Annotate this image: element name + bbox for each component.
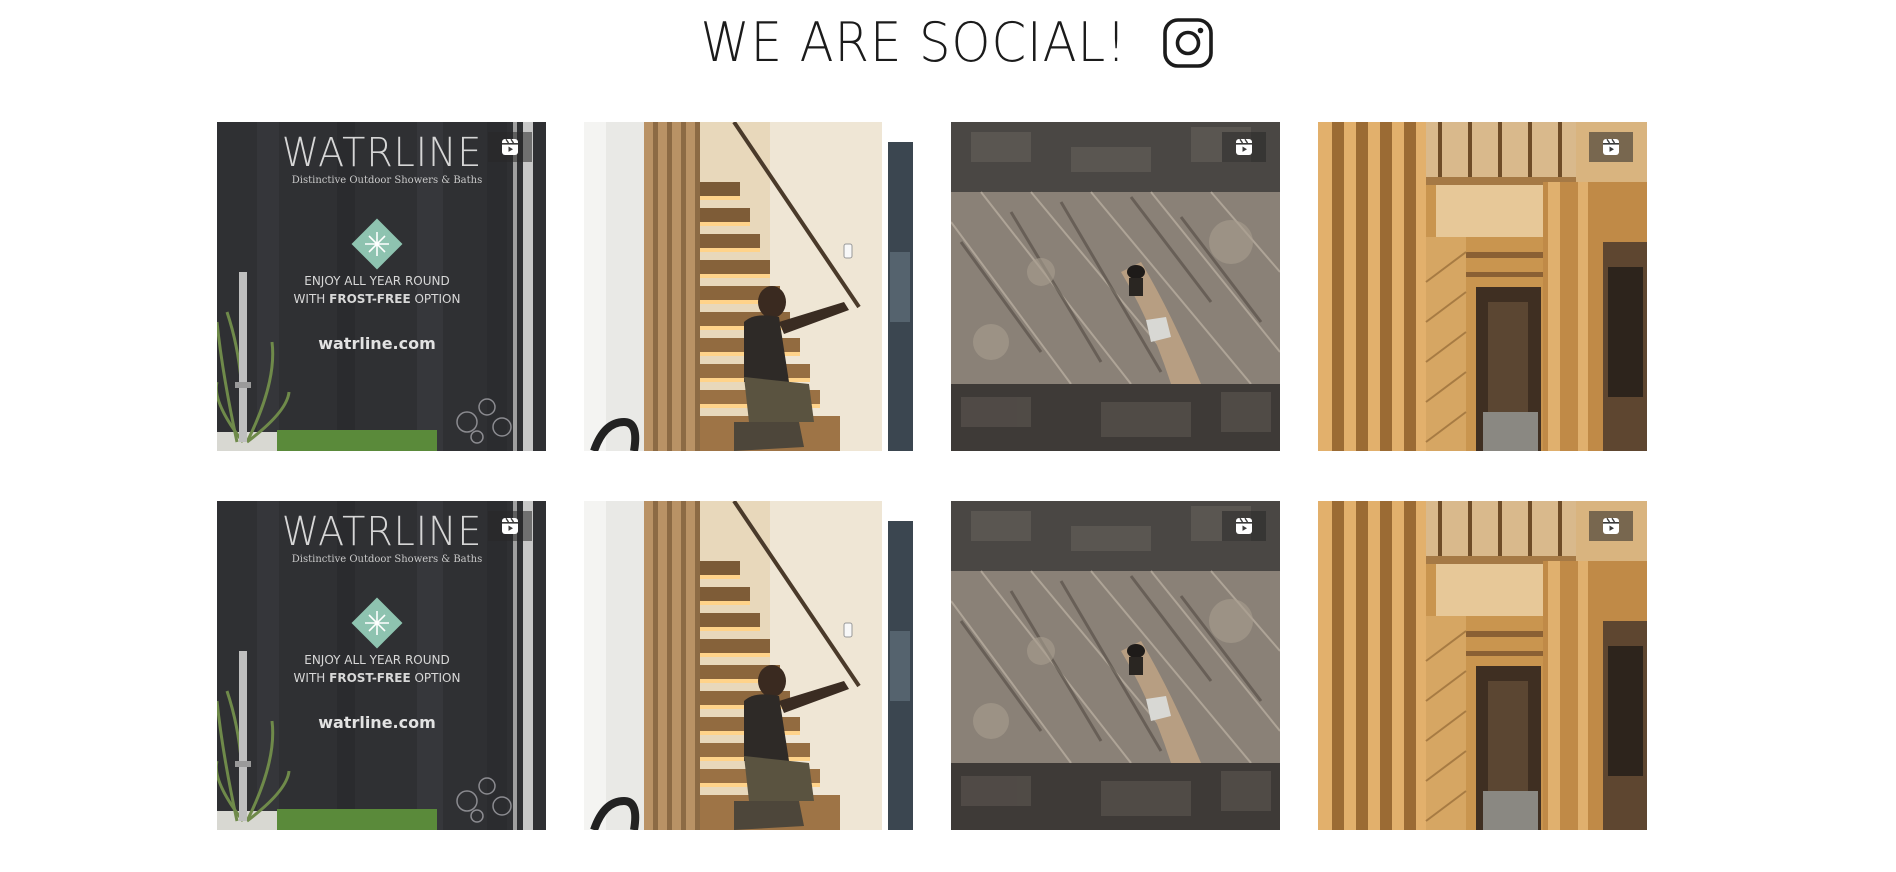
reel-icon xyxy=(488,511,532,541)
sign-line-2: WITH FROST-FREE OPTION xyxy=(293,671,461,685)
reel-icon xyxy=(1589,511,1633,541)
social-header: WE ARE SOCIAL! xyxy=(0,12,1896,74)
sign-line-1: ENJOY ALL YEAR ROUND xyxy=(304,274,450,288)
sign-brand: WATRLINE xyxy=(281,130,483,176)
post-image xyxy=(1318,501,1647,830)
instagram-icon[interactable] xyxy=(1162,17,1214,69)
post-tile-framing[interactable] xyxy=(1318,501,1647,830)
post-tile-framing[interactable] xyxy=(1318,122,1647,451)
post-tile-watrline-sign[interactable]: WATRLINE Distinctive Outdoor Showers & B… xyxy=(217,122,546,451)
sign-tagline: Distinctive Outdoor Showers & Baths xyxy=(291,175,483,186)
sign-line-1: ENJOY ALL YEAR ROUND xyxy=(304,653,450,667)
reel-icon xyxy=(1222,132,1266,162)
sign-url: watrline.com xyxy=(318,334,436,353)
sign-brand: WATRLINE xyxy=(281,509,483,555)
page-title: WE ARE SOCIAL! xyxy=(700,11,1128,74)
reel-icon xyxy=(1222,511,1266,541)
post-image xyxy=(951,122,1280,451)
post-tile-staircase[interactable] xyxy=(584,122,913,451)
post-image xyxy=(584,122,913,451)
sign-tagline: Distinctive Outdoor Showers & Baths xyxy=(291,554,483,565)
instagram-feed-grid: WATRLINE Distinctive Outdoor Showers & B… xyxy=(217,122,1647,830)
sign-url: watrline.com xyxy=(318,713,436,732)
post-tile-aerial-forest[interactable] xyxy=(951,122,1280,451)
reel-icon xyxy=(1589,132,1633,162)
sign-line-2: WITH FROST-FREE OPTION xyxy=(293,292,461,306)
post-tile-watrline-sign[interactable]: WATRLINE Distinctive Outdoor Showers & B… xyxy=(217,501,546,830)
post-tile-aerial-forest[interactable] xyxy=(951,501,1280,830)
post-image xyxy=(1318,122,1647,451)
reel-icon xyxy=(488,132,532,162)
post-image xyxy=(951,501,1280,830)
post-tile-staircase[interactable] xyxy=(584,501,913,830)
post-image xyxy=(584,501,913,830)
